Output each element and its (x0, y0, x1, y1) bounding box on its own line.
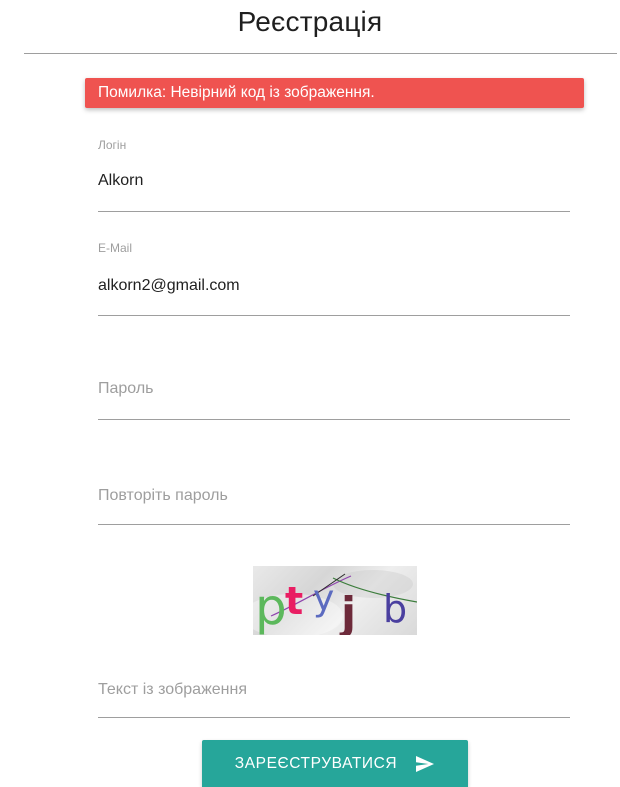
page-title: Реєстрація (237, 6, 383, 37)
email-field[interactable]: E-Mail alkorn2@gmail.com (98, 241, 570, 317)
email-input[interactable]: alkorn2@gmail.com (98, 277, 240, 295)
login-field[interactable]: Логін Alkorn (98, 138, 570, 214)
password-field[interactable]: Пароль (98, 378, 570, 422)
error-alert: Помилка: Невірний код із зображення. (85, 78, 584, 108)
captcha-char: p (255, 578, 287, 635)
send-icon (415, 755, 435, 773)
error-alert-text: Помилка: Невірний код із зображення. (98, 84, 375, 101)
captcha-char: t (285, 579, 303, 623)
captcha-graphic: p t y j b (253, 570, 417, 635)
captcha-text-field[interactable]: Текст із зображення (98, 679, 570, 721)
title-divider (24, 53, 617, 54)
password-repeat-input[interactable]: Повторіть пароль (98, 487, 228, 505)
register-button[interactable]: ЗАРЕЄСТРУВАТИСЯ (202, 740, 468, 787)
captcha-char: j (339, 588, 356, 635)
captcha-text-underline (98, 717, 570, 718)
captcha-image: p t y j b (253, 566, 417, 635)
password-input[interactable]: Пароль (98, 380, 154, 398)
captcha-char: y (313, 578, 334, 619)
login-underline (98, 211, 570, 212)
password-repeat-field[interactable]: Повторіть пароль (98, 485, 570, 527)
register-button-label: ЗАРЕЄСТРУВАТИСЯ (234, 754, 398, 772)
email-label: E-Mail (98, 241, 133, 255)
email-underline (98, 315, 570, 316)
login-input[interactable]: Alkorn (98, 172, 143, 190)
captcha-text-input[interactable]: Текст із зображення (98, 681, 247, 699)
password-repeat-underline (98, 524, 570, 525)
registration-page: Реєстрація Помилка: Невірний код із зобр… (0, 0, 620, 787)
password-underline (98, 419, 570, 420)
login-label: Логін (98, 138, 127, 152)
captcha-char: b (383, 587, 407, 631)
